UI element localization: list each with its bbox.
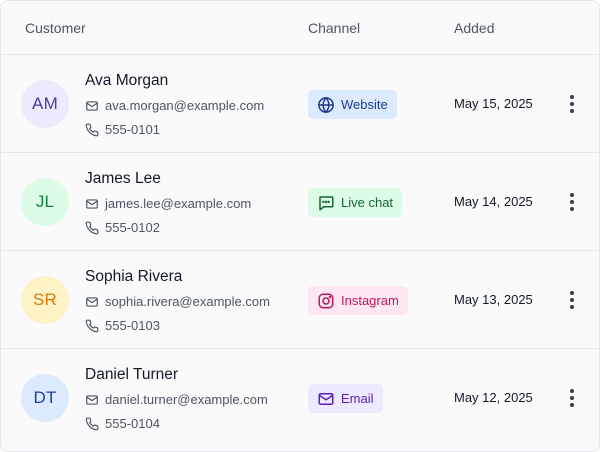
- phone-icon: [85, 417, 99, 430]
- row-actions-button[interactable]: [560, 286, 584, 314]
- column-header-customer[interactable]: Customer: [25, 20, 86, 36]
- customer-email: james.lee@example.com: [85, 196, 251, 211]
- added-date: May 14, 2025: [454, 194, 533, 209]
- table-header: Customer Channel Added: [1, 1, 599, 55]
- phone-text: 555-0103: [105, 318, 160, 333]
- phone-text: 555-0104: [105, 416, 160, 431]
- email-text: sophia.rivera@example.com: [105, 294, 270, 309]
- email-text: daniel.turner@example.com: [105, 392, 268, 407]
- phone-text: 555-0101: [105, 122, 160, 137]
- channel-badge: Website: [308, 90, 397, 119]
- mail-icon: [318, 392, 334, 405]
- table-row[interactable]: DT Daniel Turner daniel.turner@example.c…: [1, 349, 599, 447]
- customer-phone: 555-0102: [85, 220, 160, 235]
- channel-badge: Instagram: [308, 286, 408, 315]
- phone-icon: [85, 319, 99, 332]
- table-row[interactable]: SR Sophia Rivera sophia.rivera@example.c…: [1, 251, 599, 349]
- customer-email: daniel.turner@example.com: [85, 392, 268, 407]
- added-date: May 15, 2025: [454, 96, 533, 111]
- customer-phone: 555-0103: [85, 318, 160, 333]
- avatar: AM: [21, 80, 69, 128]
- email-text: james.lee@example.com: [105, 196, 252, 211]
- phone-text: 555-0102: [105, 220, 160, 235]
- added-date: May 13, 2025: [454, 292, 533, 307]
- row-actions-button[interactable]: [560, 188, 584, 216]
- mail-icon: [86, 198, 98, 209]
- column-header-channel[interactable]: Channel: [308, 20, 360, 36]
- mail-icon: [86, 296, 98, 307]
- avatar: SR: [21, 276, 69, 324]
- more-vertical-icon: [570, 95, 574, 99]
- globe-icon: [318, 96, 334, 113]
- table-row[interactable]: JL James Lee james.lee@example.com 555-0…: [1, 153, 599, 251]
- customer-name: James Lee: [85, 170, 161, 187]
- more-vertical-icon: [570, 193, 574, 197]
- column-header-added[interactable]: Added: [454, 20, 494, 36]
- customer-name: Ava Morgan: [85, 72, 169, 89]
- table-row[interactable]: AM Ava Morgan ava.morgan@example.com 555…: [1, 55, 599, 153]
- row-actions-button[interactable]: [560, 90, 584, 118]
- customer-name: Daniel Turner: [85, 366, 179, 383]
- channel-label: Live chat: [341, 195, 394, 210]
- channel-badge: Live chat: [308, 188, 403, 217]
- more-vertical-icon: [570, 389, 574, 393]
- phone-icon: [85, 221, 99, 234]
- channel-badge: Email: [308, 384, 383, 413]
- instagram-icon: [318, 293, 334, 308]
- channel-label: Website: [341, 97, 388, 112]
- row-actions-button[interactable]: [560, 384, 584, 412]
- mail-icon: [86, 100, 98, 111]
- avatar: DT: [21, 374, 69, 422]
- mail-icon: [86, 394, 98, 405]
- channel-label: Email: [341, 391, 374, 406]
- chat-icon: [319, 195, 334, 210]
- customer-phone: 555-0101: [85, 122, 160, 137]
- customer-email: sophia.rivera@example.com: [85, 294, 270, 309]
- avatar: JL: [21, 178, 69, 226]
- phone-icon: [85, 123, 99, 136]
- customer-email: ava.morgan@example.com: [85, 98, 264, 113]
- added-date: May 12, 2025: [454, 390, 533, 405]
- email-text: ava.morgan@example.com: [105, 98, 265, 113]
- more-vertical-icon: [570, 291, 574, 295]
- customer-phone: 555-0104: [85, 416, 160, 431]
- channel-label: Instagram: [341, 293, 399, 308]
- customer-name: Sophia Rivera: [85, 268, 183, 285]
- customers-table: Customer Channel Added AM Ava Morgan ava…: [0, 0, 600, 452]
